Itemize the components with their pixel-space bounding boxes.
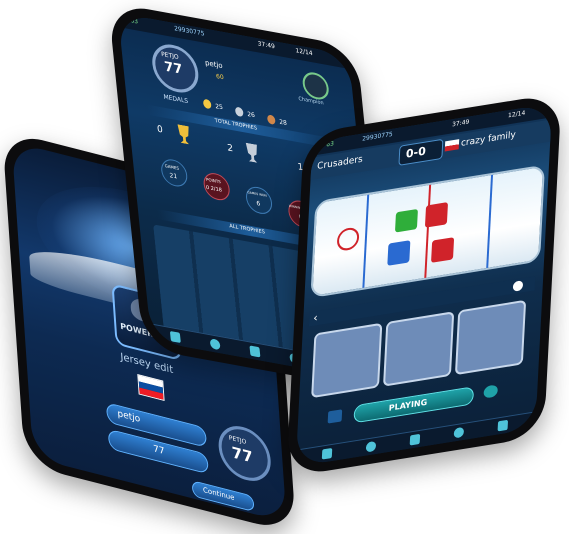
play-card-3[interactable] <box>454 299 527 376</box>
status-count: 12/14 <box>295 47 314 58</box>
slovakia-flag-icon[interactable] <box>137 374 165 402</box>
speed-icon[interactable] <box>483 384 499 399</box>
status-time: 37:49 <box>451 118 470 129</box>
stat-games: GAMES 21 <box>159 157 189 189</box>
playing-button[interactable]: PLAYING <box>353 386 475 424</box>
grid-icon[interactable] <box>327 409 343 424</box>
status-count: 12/14 <box>507 109 526 120</box>
silver-trophy-count: 2 <box>226 143 234 155</box>
name-input-value: petjo <box>117 408 141 425</box>
score-box: 0-0 <box>398 138 444 166</box>
score-value: 0-0 <box>405 144 427 161</box>
bronze-medal-icon <box>266 114 276 125</box>
avatar-number: 77 <box>163 59 184 79</box>
bronze-medal-count: 28 <box>278 118 288 128</box>
nav-team-icon[interactable] <box>209 338 221 351</box>
player-avatar[interactable]: PETJO 77 <box>150 40 201 97</box>
gold-trophy-count: 0 <box>156 124 164 136</box>
play-card-2[interactable] <box>383 311 455 387</box>
away-team-name: crazy family <box>460 130 516 149</box>
nav-stick-icon[interactable] <box>453 426 465 439</box>
player-token-red-2[interactable] <box>431 237 455 263</box>
silver-trophy-icon <box>244 142 260 163</box>
jersey-preview: PETJO 77 <box>216 420 273 487</box>
jersey-preview-number: 77 <box>231 443 254 467</box>
hockey-rink <box>310 164 546 299</box>
stat-points-value: 0 2/18 <box>205 184 223 194</box>
stat-points-label: POINTS <box>205 176 222 185</box>
status-level: 63 <box>326 140 335 149</box>
match-screen: 63 29930775 37:49 12/14 Crusaders 0-0 cr… <box>295 103 553 467</box>
player-token-blue[interactable] <box>387 240 411 266</box>
away-flag-icon <box>444 139 460 152</box>
nav-trophy-icon[interactable] <box>409 433 421 446</box>
number-input-value: 77 <box>152 444 165 458</box>
blue-line-left <box>362 194 370 288</box>
silver-medal-icon <box>234 106 244 118</box>
player-token-red[interactable] <box>424 202 449 228</box>
total-trophies-label: TOTAL TROPHIES <box>214 117 258 132</box>
gold-trophy-icon <box>176 124 192 145</box>
info-icon[interactable] <box>512 280 524 292</box>
stat-games-won-label: GAMES WON <box>247 190 267 198</box>
stat-games-won-value: 6 <box>256 199 261 208</box>
nav-home-icon[interactable] <box>321 447 333 460</box>
phone-match: 63 29930775 37:49 12/14 Crusaders 0-0 cr… <box>286 92 562 478</box>
play-card-1[interactable] <box>311 322 383 399</box>
playing-button-label: PLAYING <box>388 397 428 413</box>
nav-settings-icon[interactable] <box>497 419 509 432</box>
nav-team-icon[interactable] <box>365 440 377 453</box>
continue-button[interactable]: Continue <box>191 480 255 513</box>
status-time: 37:49 <box>257 40 276 51</box>
gold-medal-count: 25 <box>214 102 224 112</box>
all-trophies-label: ALL TROPHIES <box>229 223 266 236</box>
blue-line-right <box>486 174 494 269</box>
level-value: 60 <box>215 72 225 82</box>
home-team-name: Crusaders <box>316 154 363 172</box>
silver-medal-count: 26 <box>246 110 256 120</box>
status-coins: 29930775 <box>361 130 393 143</box>
stat-games-won: GAMES WON 6 <box>244 184 274 217</box>
gold-medal-icon <box>202 98 212 110</box>
stat-games-label: GAMES <box>164 163 180 171</box>
back-arrow-icon[interactable]: ‹ <box>313 311 318 325</box>
faceoff-circle <box>336 226 360 252</box>
nav-home-icon[interactable] <box>169 330 181 344</box>
username-label: petjo <box>204 58 224 71</box>
center-line <box>424 184 432 278</box>
nav-trophy-icon[interactable] <box>249 345 261 358</box>
stat-points: POINTS 0 2/18 <box>202 170 231 203</box>
continue-button-label: Continue <box>202 485 235 503</box>
status-coins: 29930775 <box>173 25 205 38</box>
medals-label: MEDALS <box>163 93 189 106</box>
stat-games-value: 21 <box>169 171 178 181</box>
player-token-green[interactable] <box>394 208 418 233</box>
status-level: 63 <box>130 17 139 26</box>
